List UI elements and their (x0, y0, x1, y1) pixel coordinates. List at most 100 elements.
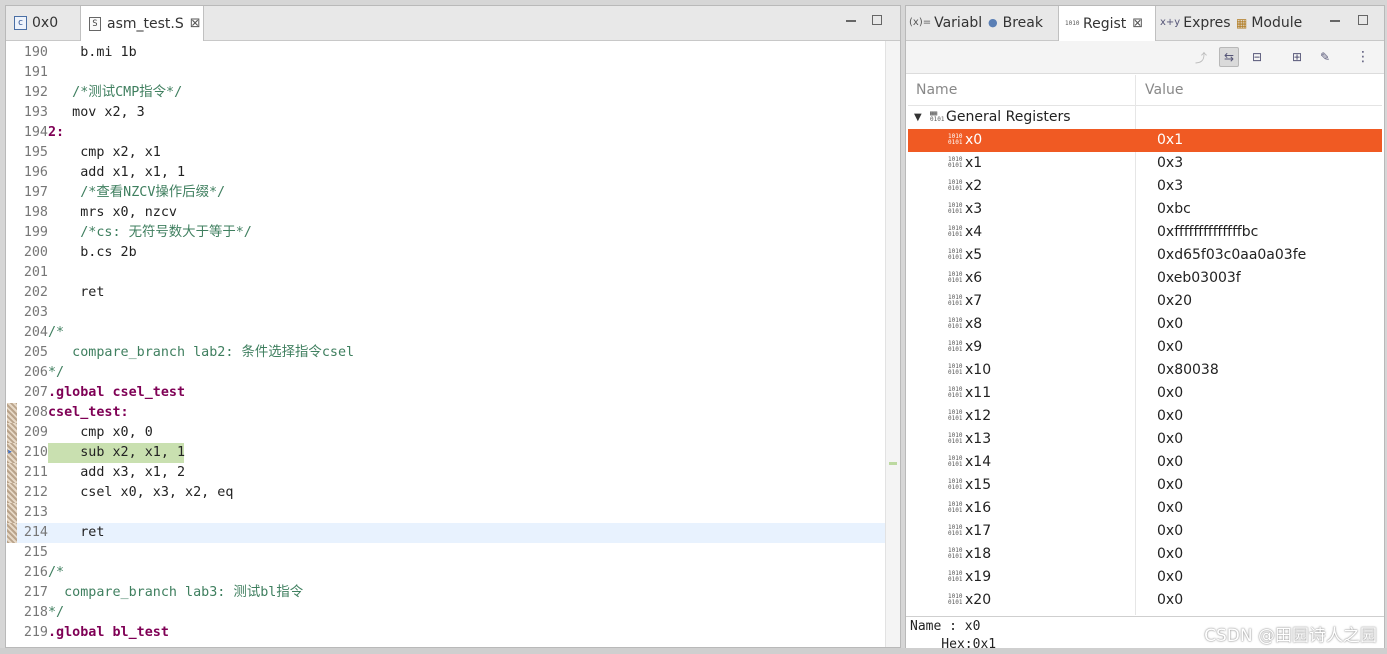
add-register-group-icon[interactable]: ⊞ (1287, 47, 1307, 67)
code-line[interactable]: 197 /*查看NZCV操作后缀*/ (6, 183, 886, 203)
minimize-icon[interactable] (846, 15, 856, 22)
register-row[interactable]: 1010 0101 x9 0x0 (908, 336, 1382, 359)
register-value[interactable]: 0x0 (1157, 543, 1183, 566)
close-tab-icon[interactable]: ⊠ (190, 16, 201, 31)
register-value[interactable]: 0x0 (1157, 451, 1183, 474)
register-row[interactable]: 1010 0101 x0 0x1 (908, 129, 1382, 152)
column-name-header[interactable]: Name (916, 82, 957, 98)
code-editor[interactable]: 190 b.mi 1b 191 192 /*测试CMP指令*/193 mov x2,… (6, 41, 886, 647)
minimize-icon[interactable] (1330, 15, 1340, 22)
register-value[interactable]: 0x0 (1157, 428, 1183, 451)
overview-ruler[interactable] (885, 41, 900, 647)
code-line[interactable]: 192 /*测试CMP指令*/ (6, 83, 886, 103)
register-row[interactable]: 1010 0101 x12 0x0 (908, 405, 1382, 428)
register-value[interactable]: 0x80038 (1157, 359, 1219, 382)
register-row[interactable]: 1010 0101 x3 0xbc (908, 198, 1382, 221)
register-value[interactable]: 0x0 (1157, 313, 1183, 336)
register-value[interactable]: 0x3 (1157, 175, 1183, 198)
tab-expressions[interactable]: x+y Expres (1160, 6, 1231, 40)
expand-arrow-icon[interactable]: ▼ (914, 106, 922, 129)
register-value[interactable]: 0x0 (1157, 566, 1183, 589)
register-value[interactable]: 0x1 (1157, 129, 1183, 152)
code-line[interactable]: 191 (6, 63, 886, 83)
register-row[interactable]: 1010 0101 x18 0x0 (908, 543, 1382, 566)
tab-variables[interactable]: (x)= Variabl (909, 6, 982, 40)
code-line[interactable]: 218 */ (6, 603, 886, 623)
close-tab-icon[interactable]: ⊠ (1132, 16, 1143, 31)
code-line[interactable]: 190 b.mi 1b (6, 43, 886, 63)
edit-register-group-icon[interactable]: ✎ (1315, 47, 1335, 67)
register-value[interactable]: 0x0 (1157, 474, 1183, 497)
code-line[interactable]: 209 cmp x0, 0 (6, 423, 886, 443)
tab-asm-test[interactable]: S asm_test.S ⊠ (80, 6, 204, 41)
register-value[interactable]: 0x0 (1157, 589, 1183, 612)
restore-registers-icon[interactable]: ⤴ (1191, 47, 1211, 67)
register-row[interactable]: 1010 0101 x2 0x3 (908, 175, 1382, 198)
code-line[interactable]: 211 add x3, x1, 2 (6, 463, 886, 483)
register-value[interactable]: 0x3 (1157, 152, 1183, 175)
code-line[interactable]: 213 (6, 503, 886, 523)
code-line[interactable]: 198 mrs x0, nzcv (6, 203, 886, 223)
code-line[interactable]: 202 ret (6, 283, 886, 303)
register-row[interactable]: 1010 0101 x4 0xffffffffffffffbc (908, 221, 1382, 244)
collapse-all-icon[interactable]: ⊟ (1247, 47, 1267, 67)
code-line[interactable]: 216/* (6, 563, 886, 583)
code-line[interactable]: 193 mov x2, 3 (6, 103, 886, 123)
register-row[interactable]: 1010 0101 x10 0x80038 (908, 359, 1382, 382)
column-value-header[interactable]: Value (1145, 82, 1183, 98)
register-value[interactable]: 0xffffffffffffffbc (1157, 221, 1258, 244)
code-line[interactable]: 195 cmp x2, x1 (6, 143, 886, 163)
register-row[interactable]: 1010 0101 x7 0x20 (908, 290, 1382, 313)
register-value[interactable]: 0x0 (1157, 405, 1183, 428)
code-line[interactable]: 194 2: (6, 123, 886, 143)
code-line[interactable]: 204/* (6, 323, 886, 343)
register-value[interactable]: 0xbc (1157, 198, 1191, 221)
tab-registers[interactable]: 1010 Regist ⊠ (1058, 6, 1156, 41)
register-row[interactable]: 1010 0101 x6 0xeb03003f (908, 267, 1382, 290)
code-line[interactable]: 214 ret (6, 523, 886, 543)
code-line[interactable]: 203 (6, 303, 886, 323)
register-row[interactable]: 1010 0101 x13 0x0 (908, 428, 1382, 451)
register-value[interactable]: 0x0 (1157, 520, 1183, 543)
register-value[interactable]: 0xeb03003f (1157, 267, 1241, 290)
maximize-icon[interactable] (872, 15, 882, 25)
register-name: x9 (965, 339, 983, 355)
code-line[interactable]: 219 .global bl_test (6, 623, 886, 643)
code-line[interactable]: 215 (6, 543, 886, 563)
register-name: x8 (965, 316, 983, 332)
code-line[interactable]: 208 csel_test: (6, 403, 886, 423)
register-row[interactable]: 1010 0101 x20 0x0 (908, 589, 1382, 612)
tab-0x0[interactable]: c 0x0 (10, 6, 84, 40)
code-line[interactable]: 199 /*cs: 无符号数大于等于*/ (6, 223, 886, 243)
code-line[interactable]: 205 compare_branch lab2: 条件选择指令csel (6, 343, 886, 363)
register-group-row[interactable]: ▼ ▦▦ 0101 General Registers (908, 106, 1382, 129)
register-row[interactable]: 1010 0101 x16 0x0 (908, 497, 1382, 520)
code-line[interactable]: 200 b.cs 2b (6, 243, 886, 263)
code-line[interactable]: ➤ 210 sub x2, x1, 1 (6, 443, 886, 463)
code-line[interactable]: 196 add x1, x1, 1 (6, 163, 886, 183)
register-value[interactable]: 0x0 (1157, 382, 1183, 405)
register-row[interactable]: 1010 0101 x19 0x0 (908, 566, 1382, 589)
register-row[interactable]: 1010 0101 x11 0x0 (908, 382, 1382, 405)
code-line[interactable]: 207 .global csel_test (6, 383, 886, 403)
code-line[interactable]: 206 */ (6, 363, 886, 383)
register-row[interactable]: 1010 0101 x14 0x0 (908, 451, 1382, 474)
code-line[interactable]: 217 compare_branch lab3: 测试bl指令 (6, 583, 886, 603)
register-row[interactable]: 1010 0101 x8 0x0 (908, 313, 1382, 336)
tab-modules[interactable]: ▦ Module (1236, 6, 1302, 40)
register-row[interactable]: 1010 0101 x17 0x0 (908, 520, 1382, 543)
register-value[interactable]: 0x0 (1157, 497, 1183, 520)
maximize-icon[interactable] (1358, 15, 1368, 25)
line-number: 218 (23, 605, 48, 620)
register-value[interactable]: 0x0 (1157, 336, 1183, 359)
layout-toggle-icon[interactable]: ⇆ (1219, 47, 1239, 67)
register-row[interactable]: 1010 0101 x15 0x0 (908, 474, 1382, 497)
code-line[interactable]: 201 (6, 263, 886, 283)
register-value[interactable]: 0xd65f03c0aa0a03fe (1157, 244, 1306, 267)
register-value[interactable]: 0x20 (1157, 290, 1192, 313)
view-menu-icon[interactable]: ⋮ (1353, 47, 1373, 67)
code-line[interactable]: 212 csel x0, x3, x2, eq (6, 483, 886, 503)
register-row[interactable]: 1010 0101 x1 0x3 (908, 152, 1382, 175)
tab-breakpoints[interactable]: ● Break (988, 6, 1043, 40)
register-row[interactable]: 1010 0101 x5 0xd65f03c0aa0a03fe (908, 244, 1382, 267)
